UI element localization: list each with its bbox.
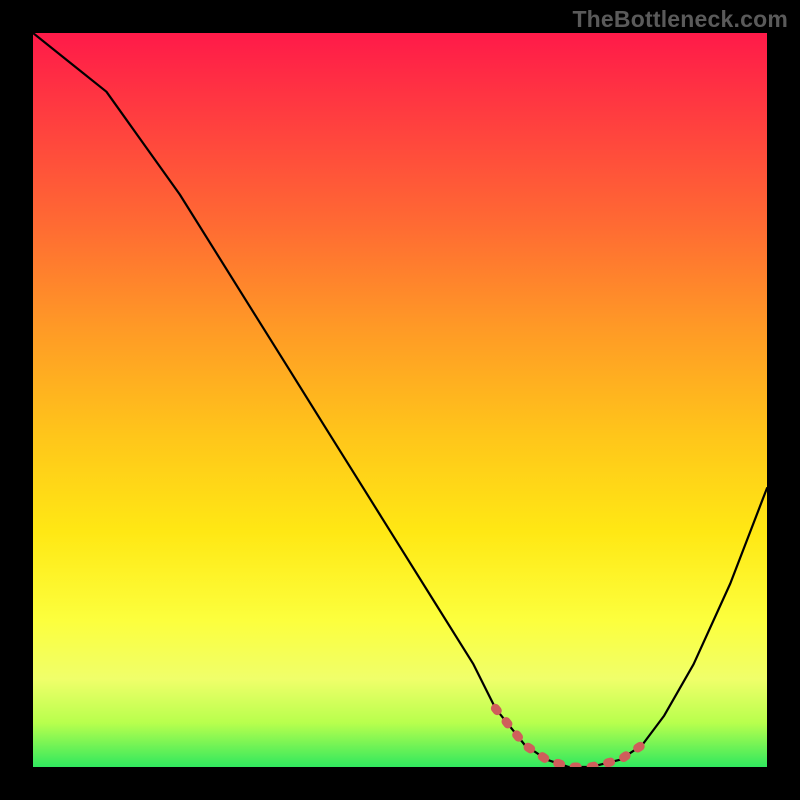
watermark-text: TheBottleneck.com (572, 6, 788, 33)
bottleneck-curve-line (33, 33, 767, 767)
plot-area (33, 33, 767, 767)
chart-frame: TheBottleneck.com (0, 0, 800, 800)
optimal-range-highlight (495, 708, 642, 767)
curve-layer (33, 33, 767, 767)
